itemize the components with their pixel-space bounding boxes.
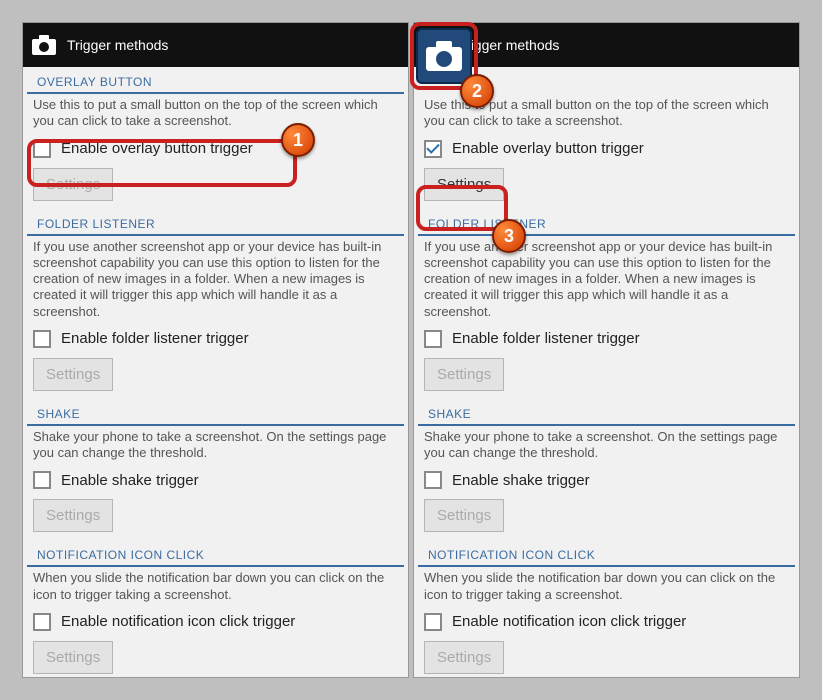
page-title: Trigger methods: [458, 37, 559, 53]
overlay-check-row[interactable]: Enable overlay button trigger: [23, 132, 408, 166]
folder-checkbox-label: Enable folder listener trigger: [61, 330, 249, 347]
notif-section-header: NOTIFICATION ICON CLICK: [27, 540, 404, 567]
shake-checkbox[interactable]: [33, 471, 51, 489]
left-panel: Trigger methods OVERLAY BUTTON Use this …: [22, 22, 409, 678]
notif-section-desc: When you slide the notification bar down…: [23, 567, 408, 605]
notif-settings-button[interactable]: Settings: [33, 641, 113, 674]
notif-checkbox[interactable]: [33, 613, 51, 631]
left-content: OVERLAY BUTTON Use this to put a small b…: [23, 67, 408, 677]
folder-section-desc: If you use another screenshot app or you…: [414, 236, 799, 322]
right-panel: Trigger methods OVERLAY BUTTON Use this …: [413, 22, 800, 678]
folder-check-row[interactable]: Enable folder listener trigger: [414, 322, 799, 356]
folder-section-desc: If you use another screenshot app or you…: [23, 236, 408, 322]
page-title: Trigger methods: [67, 37, 168, 53]
folder-settings-button[interactable]: Settings: [33, 358, 113, 391]
shake-check-row[interactable]: Enable shake trigger: [23, 463, 408, 497]
notif-settings-button[interactable]: Settings: [424, 641, 504, 674]
overlay-check-row[interactable]: Enable overlay button trigger: [414, 132, 799, 166]
notif-checkbox-label: Enable notification icon click trigger: [452, 613, 686, 630]
folder-checkbox[interactable]: [33, 330, 51, 348]
overlay-checkbox[interactable]: [424, 140, 442, 158]
notif-section-header: NOTIFICATION ICON CLICK: [418, 540, 795, 567]
folder-check-row[interactable]: Enable folder listener trigger: [23, 322, 408, 356]
folder-section-header: FOLDER LISTENER: [418, 209, 795, 236]
camera-icon: [422, 34, 448, 56]
folder-checkbox[interactable]: [424, 330, 442, 348]
overlay-checkbox-label: Enable overlay button trigger: [61, 140, 253, 157]
app-header: Trigger methods: [414, 23, 799, 67]
notif-check-row[interactable]: Enable notification icon click trigger: [414, 605, 799, 639]
shake-check-row[interactable]: Enable shake trigger: [414, 463, 799, 497]
notif-checkbox[interactable]: [424, 613, 442, 631]
overlay-checkbox[interactable]: [33, 140, 51, 158]
overlay-settings-button[interactable]: Settings: [424, 168, 504, 201]
right-content: OVERLAY BUTTON Use this to put a small b…: [414, 67, 799, 677]
notif-check-row[interactable]: Enable notification icon click trigger: [23, 605, 408, 639]
shake-checkbox-label: Enable shake trigger: [452, 472, 590, 489]
overlay-section-desc: Use this to put a small button on the to…: [23, 94, 408, 132]
overlay-section-desc: Use this to put a small button on the to…: [414, 94, 799, 132]
notif-checkbox-label: Enable notification icon click trigger: [61, 613, 295, 630]
app-header: Trigger methods: [23, 23, 408, 67]
shake-checkbox[interactable]: [424, 471, 442, 489]
overlay-section-header: OVERLAY BUTTON: [27, 67, 404, 94]
shake-settings-button[interactable]: Settings: [33, 499, 113, 532]
shake-section-header: SHAKE: [27, 399, 404, 426]
folder-settings-button[interactable]: Settings: [424, 358, 504, 391]
folder-section-header: FOLDER LISTENER: [27, 209, 404, 236]
shake-section-header: SHAKE: [418, 399, 795, 426]
folder-checkbox-label: Enable folder listener trigger: [452, 330, 640, 347]
shake-section-desc: Shake your phone to take a screenshot. O…: [23, 426, 408, 464]
notif-section-desc: When you slide the notification bar down…: [414, 567, 799, 605]
shake-settings-button[interactable]: Settings: [424, 499, 504, 532]
overlay-checkbox-label: Enable overlay button trigger: [452, 140, 644, 157]
overlay-settings-button[interactable]: Settings: [33, 168, 113, 201]
shake-section-desc: Shake your phone to take a screenshot. O…: [414, 426, 799, 464]
shake-checkbox-label: Enable shake trigger: [61, 472, 199, 489]
camera-icon: [31, 34, 57, 56]
